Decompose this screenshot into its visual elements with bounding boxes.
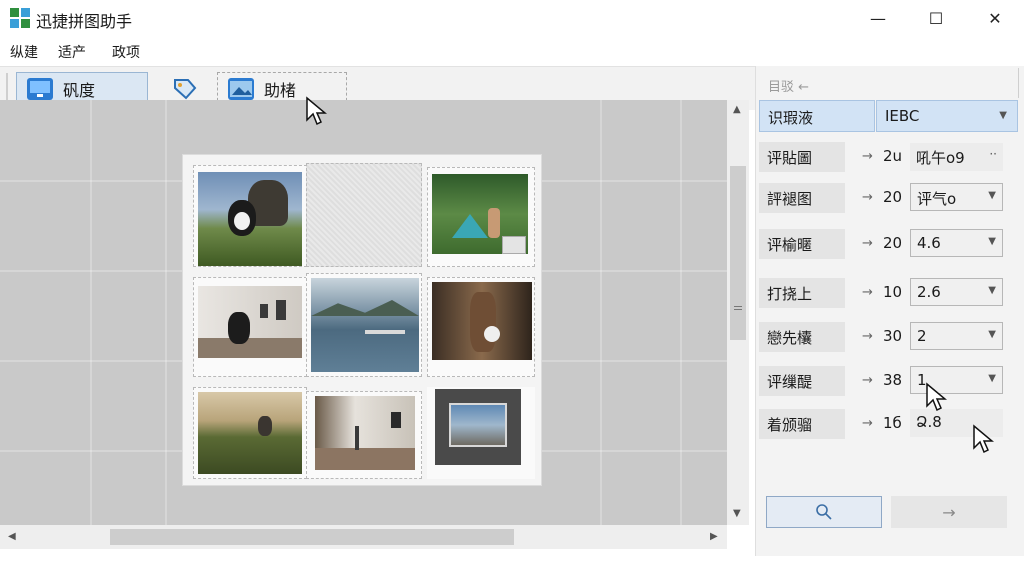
arrow-right-icon: → [862,416,873,431]
puzzle-canvas[interactable] [0,100,727,525]
photo-lake-dock [311,278,419,372]
image-icon [228,78,254,100]
arrow-right-icon: → [862,236,873,251]
title-bar: 迅捷拼图助手 — ☐ ✕ [0,0,1024,36]
mouse-cursor-icon [306,96,327,126]
search-icon [816,504,832,520]
arrow-right-icon: → [862,285,873,300]
chevron-down-icon: ▼ [988,329,996,340]
row-select[interactable]: 2.6 ▼ [910,278,1003,306]
row-label: 评榆暱 [759,229,845,259]
row-select[interactable]: 4.6 ▼ [910,229,1003,257]
horizontal-scroll-thumb[interactable] [110,529,514,545]
row-select[interactable]: 2 ▼ [910,322,1003,350]
gallery-icon [502,236,526,254]
next-button-label: → [942,502,956,522]
row-select[interactable]: 评气o ▼ [910,183,1003,211]
row-value: 2.6 [917,283,941,301]
menu-bar: 纵建 适产 政项 [0,38,1024,64]
row-number: 10 [883,283,903,301]
chevron-down-icon: ▼ [988,285,996,296]
row-value: Ձ.8 [916,413,942,431]
photo-elephant-field [198,392,302,474]
mouse-cursor-icon [926,382,947,412]
arrow-right-icon: → [862,149,873,164]
photo-person-dog [432,282,532,360]
row-number: 1б [883,414,902,432]
app-title: 迅捷拼图助手 [36,12,133,31]
vertical-scroll-thumb[interactable] [730,166,746,340]
photo-framed-building [435,389,521,465]
puzzle-tile[interactable] [193,387,307,479]
arrow-right-icon: → [862,329,873,344]
row-value-field[interactable]: 吼午o9 ·· [910,143,1003,171]
search-button[interactable] [766,496,882,528]
puzzle-tile[interactable] [427,387,535,479]
toolbar-button-3-label: 助楮 [264,81,297,100]
row-value: 吼午o9 [916,149,965,167]
monitor-icon [27,78,53,100]
scroll-down-icon[interactable]: ▼ [733,508,741,519]
top-label: 识瑕液 [759,100,875,132]
menu-item-edit[interactable]: 适产 [58,42,86,62]
row-select[interactable]: 1 ▼ [910,366,1003,394]
chevron-down-icon: ▼ [988,373,996,384]
puzzle-tile[interactable] [193,165,307,267]
tag-icon [174,79,197,100]
row-value: 2 [917,327,927,345]
menu-item-file[interactable]: 纵建 [10,42,38,62]
puzzle-tile[interactable] [306,273,422,377]
scroll-left-icon[interactable]: ◀ [8,531,16,542]
arrow-right-icon: → [862,373,873,388]
row-value: 4.6 [917,234,941,252]
properties-panel: 目驳 ← 识瑕液 IEBC ▼ 评貼圖 → 2u 吼午o9 ·· 評褪图 → 2… [755,66,1024,556]
horizontal-scrollbar[interactable]: ◀ ▶ [0,525,727,549]
row-number: 20 [883,188,903,206]
vertical-scrollbar[interactable]: ▲ ▼ [727,100,749,525]
puzzle-tile[interactable] [427,277,535,377]
row-label: 评缫醍 [759,366,845,396]
chevron-down-icon: ▼ [999,110,1007,121]
toolbar-button-1-label: 矾度 [63,81,96,100]
more-icon: ·· [989,147,997,161]
row-label: 着颁骝 [759,409,845,439]
photo-dog-gallery [198,286,302,358]
mode-select-value: IEBC [885,107,920,125]
row-value: 评气o [917,190,957,208]
puzzle-board [182,154,542,486]
photo-dog-elephant [198,172,302,266]
scroll-up-icon[interactable]: ▲ [733,104,741,115]
puzzle-tile[interactable] [193,277,307,377]
close-button[interactable]: ✕ [966,0,1024,36]
arrow-right-icon: → [862,190,873,205]
puzzle-tile[interactable] [427,167,535,267]
puzzle-tile[interactable] [306,391,422,479]
maximize-button[interactable]: ☐ [907,0,965,36]
minimize-button[interactable]: — [849,0,907,36]
chevron-down-icon: ▼ [988,190,996,201]
mouse-cursor-icon [973,424,994,454]
row-number: 30 [883,327,903,345]
photo-gallery-room [315,396,415,470]
mode-select[interactable]: IEBC ▼ [876,100,1018,132]
next-button[interactable]: → [891,496,1007,528]
row-label: 評褪图 [759,183,845,213]
row-number: 2u [883,147,903,165]
app-logo-icon [10,8,30,28]
menu-item-options[interactable]: 政项 [112,42,140,62]
row-label: 打挠上 [759,278,845,308]
row-number: 38 [883,371,903,389]
chevron-down-icon: ▼ [988,236,996,247]
scroll-right-icon[interactable]: ▶ [710,531,718,542]
row-label: 戀先欜 [759,322,845,352]
panel-caption: 目驳 ← [768,80,810,95]
row-label: 评貼圖 [759,142,845,172]
row-number: 20 [883,234,903,252]
puzzle-tile-empty[interactable] [306,163,422,267]
